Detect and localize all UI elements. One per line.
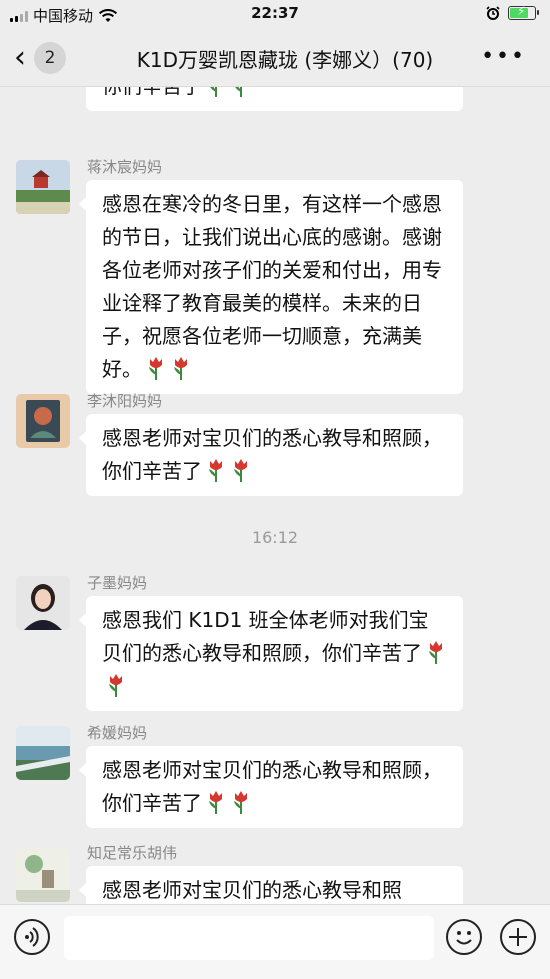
emoji-icon xyxy=(456,931,472,945)
sender-name: 希媛妈妈 xyxy=(87,724,148,742)
sender-name: 知足常乐胡伟 xyxy=(87,844,178,862)
avatar[interactable] xyxy=(16,394,70,448)
plus-icon xyxy=(509,928,527,946)
message-bubble[interactable]: 感恩老师对宝贝们的悉心教导和照顾，你们辛苦了 xyxy=(86,86,463,111)
alarm-icon xyxy=(486,6,500,20)
avatar[interactable] xyxy=(16,848,70,902)
avatar[interactable] xyxy=(16,160,70,214)
tulip-emoji xyxy=(234,459,247,482)
unread-count-badge[interactable]: 2 xyxy=(34,42,66,74)
avatar[interactable] xyxy=(16,576,70,630)
tulip-emoji xyxy=(149,357,162,380)
message-text: 感恩老师对宝贝们的悉心教导和照 xyxy=(102,878,402,902)
message-bubble[interactable]: 感恩老师对宝贝们的悉心教导和照顾，你们辛苦了 xyxy=(79,414,463,496)
tulip-emoji xyxy=(429,641,442,664)
tulip-emoji xyxy=(209,791,222,814)
back-arrow-icon[interactable]: ‹ xyxy=(14,43,26,73)
message-text: 感恩老师对宝贝们的悉心教导和照顾，你们辛苦了 xyxy=(102,86,202,98)
emoji-button[interactable] xyxy=(446,919,482,955)
message-text: 感恩我们 K1D1 班全体老师对我们宝贝们的悉心教导和照顾，你们辛苦了 xyxy=(102,608,429,665)
message-bubble[interactable]: 感恩老师对宝贝们的悉心教导和照顾，你们辛苦了 xyxy=(79,746,463,828)
voice-icon xyxy=(25,927,39,947)
message-bubble[interactable]: 感恩在寒冷的冬日里，有这样一个感恩的节日，让我们说出心底的感谢。感谢各位老师对孩… xyxy=(79,180,463,394)
sender-name: 李沐阳妈妈 xyxy=(87,392,163,410)
plus-button[interactable] xyxy=(500,919,536,955)
timestamp: 16:12 xyxy=(251,528,299,547)
status-time: 22:37 xyxy=(251,4,299,22)
message-input[interactable] xyxy=(64,916,434,960)
tulip-emoji xyxy=(109,674,122,697)
tulip-emoji xyxy=(209,459,222,482)
message-text: 感恩老师对宝贝们的悉心教导和照顾，你们辛苦了 xyxy=(102,758,442,815)
message-text: 感恩在寒冷的冬日里，有这样一个感恩的节日，让我们说出心底的感谢。感谢各位老师对孩… xyxy=(102,192,442,381)
sender-name: 子墨妈妈 xyxy=(87,574,148,592)
back-button[interactable]: ‹ 2 xyxy=(14,42,66,74)
chat-title: K1D万婴凯恩藏珑 (李娜义）(70) xyxy=(136,48,434,72)
input-bar xyxy=(0,904,550,979)
tulip-emoji xyxy=(234,791,247,814)
battery-icon: ⚡ xyxy=(508,4,539,20)
tulip-emoji xyxy=(209,86,217,97)
sender-name: 蒋沐宸妈妈 xyxy=(87,158,163,176)
nav-bar: ‹ 2 K1D万婴凯恩藏珑 (李娜义）(70) ••• xyxy=(0,28,550,87)
message-bubble[interactable]: 感恩老师对宝贝们的悉心教导和照 xyxy=(79,866,463,904)
message-text: 感恩老师对宝贝们的悉心教导和照顾，你们辛苦了 xyxy=(102,426,442,483)
tulip-emoji xyxy=(174,357,187,380)
voice-button[interactable] xyxy=(14,919,50,955)
chat-area[interactable]: 感恩老师对宝贝们的悉心教导和照顾，你们辛苦了 蒋沐宸妈妈 感恩在寒冷的冬日里，有… xyxy=(0,86,550,904)
avatar[interactable] xyxy=(16,726,70,780)
tulip-emoji xyxy=(234,86,242,97)
message-bubble[interactable]: 感恩我们 K1D1 班全体老师对我们宝贝们的悉心教导和照顾，你们辛苦了 xyxy=(79,596,463,711)
more-icon[interactable]: ••• xyxy=(481,44,526,69)
status-right: ⚡ xyxy=(486,4,539,20)
status-bar: 中国移动 22:37 ⚡ xyxy=(0,0,550,28)
